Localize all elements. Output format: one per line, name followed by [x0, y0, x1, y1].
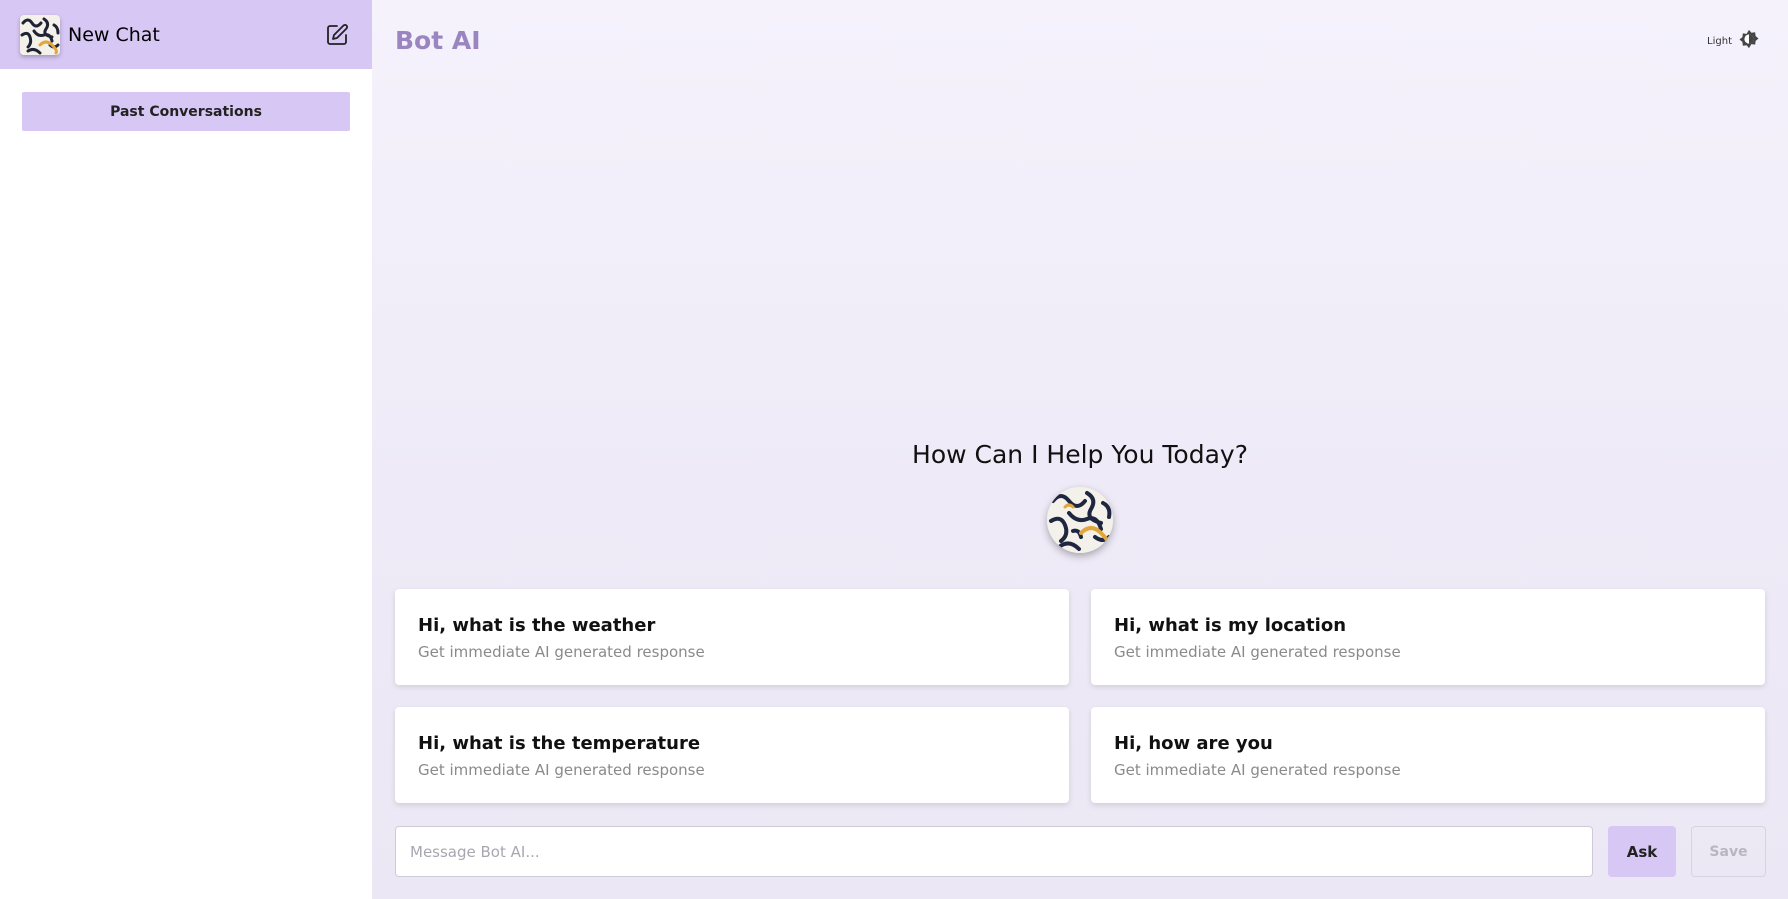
bot-logo-avatar [20, 14, 60, 55]
suggestion-subtitle: Get immediate AI generated response [418, 761, 705, 779]
suggestion-subtitle: Get immediate AI generated response [1114, 761, 1401, 779]
suggestion-title: Hi, what is the temperature [418, 733, 701, 754]
suggestion-title: Hi, what is my location [1114, 615, 1347, 636]
suggestion-card[interactable]: Hi, what is the weather Get immediate AI… [395, 589, 1069, 685]
welcome-heading: How Can I Help You Today? [912, 440, 1248, 469]
brand-title: Bot AI [395, 26, 481, 55]
suggestion-subtitle: Get immediate AI generated response [1114, 643, 1401, 661]
suggestion-title: Hi, what is the weather [418, 615, 656, 636]
sidebar: New Chat Past Conversations [0, 0, 372, 899]
edit-icon[interactable] [324, 22, 350, 48]
suggestion-card[interactable]: Hi, how are you Get immediate AI generat… [1091, 707, 1765, 803]
theme-toggle[interactable]: Light [1707, 28, 1760, 54]
message-input[interactable] [395, 826, 1593, 877]
sidebar-header: New Chat [0, 0, 372, 69]
bot-avatar [1047, 487, 1113, 553]
main-area: Bot AI Light How Can I Help You Today? H… [372, 0, 1788, 899]
save-button[interactable]: Save [1691, 826, 1766, 877]
suggestion-card[interactable]: Hi, what is the temperature Get immediat… [395, 707, 1069, 803]
brightness-icon[interactable] [1738, 28, 1760, 54]
new-chat-title[interactable]: New Chat [68, 24, 160, 46]
ask-button[interactable]: Ask [1608, 826, 1676, 877]
theme-label: Light [1707, 35, 1732, 47]
suggestion-title: Hi, how are you [1114, 733, 1273, 754]
past-conversations-button[interactable]: Past Conversations [22, 92, 350, 131]
suggestion-subtitle: Get immediate AI generated response [418, 643, 705, 661]
suggestion-card[interactable]: Hi, what is my location Get immediate AI… [1091, 589, 1765, 685]
